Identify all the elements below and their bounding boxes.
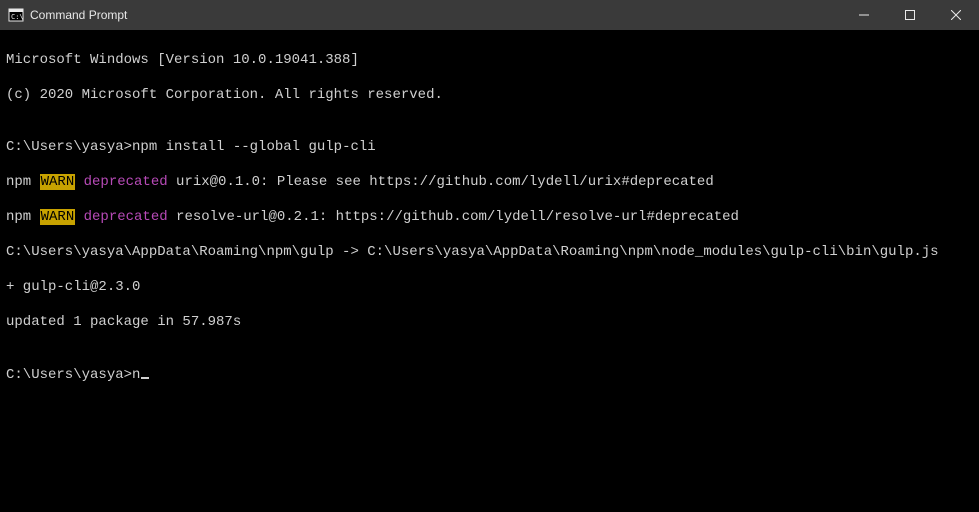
- minimize-button[interactable]: [841, 0, 887, 30]
- terminal-output[interactable]: Microsoft Windows [Version 10.0.19041.38…: [0, 30, 979, 512]
- command-text: npm install --global gulp-cli: [132, 139, 376, 155]
- maximize-button[interactable]: [887, 0, 933, 30]
- warn-badge: WARN: [40, 209, 76, 225]
- window-titlebar: C:\ Command Prompt: [0, 0, 979, 30]
- warn-badge: WARN: [40, 174, 76, 190]
- npm-warn-line: npm WARN deprecated resolve-url@0.2.1: h…: [6, 209, 973, 227]
- npm-prefix: npm: [6, 209, 40, 225]
- app-icon: C:\: [8, 7, 24, 23]
- prompt-path: C:\Users\yasya>: [6, 139, 132, 155]
- warn-message: urix@0.1.0: Please see https://github.co…: [168, 174, 714, 190]
- cursor: [141, 377, 149, 379]
- package-line: + gulp-cli@2.3.0: [6, 279, 973, 297]
- window-title: Command Prompt: [30, 8, 127, 22]
- banner-line: Microsoft Windows [Version 10.0.19041.38…: [6, 52, 973, 70]
- prompt-path: C:\Users\yasya>: [6, 367, 132, 383]
- deprecated-label: deprecated: [84, 174, 168, 190]
- prompt-line: C:\Users\yasya>n: [6, 367, 973, 385]
- svg-text:C:\: C:\: [11, 13, 24, 21]
- warn-message: resolve-url@0.2.1: https://github.com/ly…: [168, 209, 739, 225]
- symlink-line: C:\Users\yasya\AppData\Roaming\npm\gulp …: [6, 244, 973, 262]
- typed-input[interactable]: n: [132, 367, 140, 383]
- banner-line: (c) 2020 Microsoft Corporation. All righ…: [6, 87, 973, 105]
- npm-warn-line: npm WARN deprecated urix@0.1.0: Please s…: [6, 174, 973, 192]
- updated-line: updated 1 package in 57.987s: [6, 314, 973, 332]
- deprecated-label: deprecated: [84, 209, 168, 225]
- close-button[interactable]: [933, 0, 979, 30]
- prompt-line: C:\Users\yasya>npm install --global gulp…: [6, 139, 973, 157]
- npm-prefix: npm: [6, 174, 40, 190]
